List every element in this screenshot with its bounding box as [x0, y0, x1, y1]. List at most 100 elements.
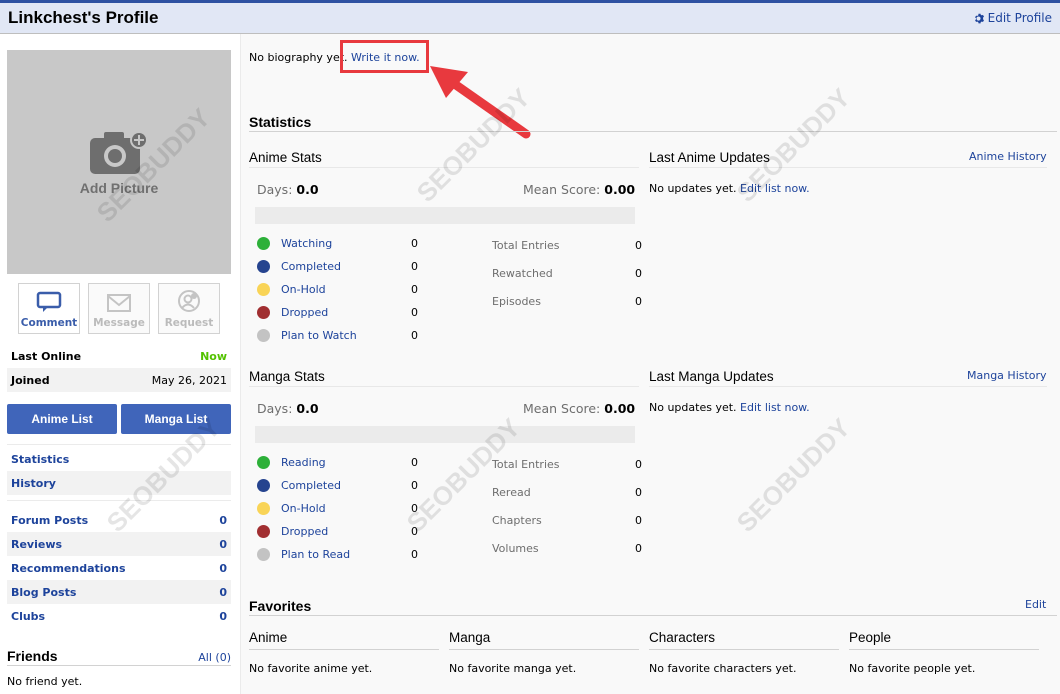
- blog-posts-row[interactable]: Blog Posts 0: [7, 580, 231, 604]
- legend-completed[interactable]: Completed 0: [257, 255, 441, 278]
- legend-on-hold[interactable]: On-Hold 0: [257, 497, 441, 520]
- manga-mean-label: Mean Score:: [523, 401, 601, 416]
- edit-favorites-link[interactable]: Edit: [1025, 598, 1046, 611]
- legend-count: 0: [411, 237, 418, 250]
- comment-button[interactable]: Comment: [18, 283, 80, 334]
- profile-main: No biography yet. Write it now. Statisti…: [241, 34, 1060, 694]
- total-value: 0: [635, 294, 642, 308]
- rewatched-row: Rewatched 0: [492, 259, 642, 287]
- manga-status-legend: Reading 0 Completed 0 On-Hold 0 Dropped 0 Pl…: [257, 451, 441, 566]
- recommendations-count: 0: [219, 561, 227, 575]
- blog-posts-count: 0: [219, 585, 227, 599]
- status-dot: [257, 237, 270, 250]
- total-value: 0: [635, 541, 642, 555]
- legend-label: Reading: [281, 456, 326, 469]
- legend-count: 0: [411, 306, 418, 319]
- edit-profile-label: Edit Profile: [987, 11, 1052, 25]
- legend-reading[interactable]: Reading 0: [257, 451, 441, 474]
- total-label: Volumes: [492, 541, 539, 555]
- divider: [449, 649, 639, 650]
- anime-history-link[interactable]: Anime History: [969, 150, 1047, 163]
- status-dot: [257, 525, 270, 538]
- add-picture-area[interactable]: Add Picture: [7, 50, 231, 274]
- recommendations-row[interactable]: Recommendations 0: [7, 556, 231, 580]
- status-dot: [257, 329, 270, 342]
- message-button[interactable]: Message: [88, 283, 150, 334]
- manga-days-value: 0.0: [296, 401, 319, 416]
- divider: [249, 615, 1057, 616]
- manga-list-button[interactable]: Manga List: [121, 404, 231, 434]
- anime-list-button[interactable]: Anime List: [7, 404, 117, 434]
- clubs-row[interactable]: Clubs 0: [7, 604, 231, 628]
- legend-watching[interactable]: Watching 0: [257, 232, 441, 255]
- clubs-count: 0: [219, 609, 227, 623]
- edit-manga-list-link[interactable]: Edit list now.: [740, 401, 810, 414]
- divider: [249, 649, 439, 650]
- volumes-row: Volumes 0: [492, 534, 642, 562]
- no-updates-text: No updates yet.: [649, 401, 737, 414]
- status-dot: [257, 502, 270, 515]
- divider: [649, 167, 1047, 168]
- friends-title: Friends: [7, 648, 58, 664]
- manga-days: Days: 0.0: [257, 401, 319, 416]
- comment-icon: [36, 291, 62, 312]
- legend-label: Dropped: [281, 525, 329, 538]
- total-value: 0: [635, 457, 642, 471]
- total-label: Total Entries: [492, 457, 560, 471]
- legend-label: Watching: [281, 237, 333, 250]
- last-online-value: Now: [200, 349, 227, 363]
- legend-on-hold[interactable]: On-Hold 0: [257, 278, 441, 301]
- statistics-link[interactable]: Statistics: [7, 447, 231, 471]
- total-value: 0: [635, 266, 642, 280]
- anime-mean-label: Mean Score:: [523, 182, 601, 197]
- forum-posts-row[interactable]: Forum Posts 0: [7, 508, 231, 532]
- manga-history-link[interactable]: Manga History: [967, 369, 1047, 382]
- status-dot: [257, 548, 270, 561]
- total-label: Rewatched: [492, 266, 553, 280]
- status-dot: [257, 283, 270, 296]
- anime-stats-title: Anime Stats: [249, 150, 322, 165]
- forum-posts-count: 0: [219, 513, 227, 527]
- favorite-people-title: People: [849, 630, 892, 645]
- divider: [249, 386, 639, 387]
- history-link[interactable]: History: [7, 471, 231, 495]
- anime-days: Days: 0.0: [257, 182, 319, 197]
- profile-actions: Comment Message Request: [18, 283, 220, 334]
- edit-profile-link[interactable]: Edit Profile: [973, 11, 1052, 25]
- anime-mean-value: 0.00: [604, 182, 636, 197]
- legend-count: 0: [411, 502, 418, 515]
- favorite-anime-column: Anime No favorite anime yet.: [249, 630, 439, 675]
- statistics-title: Statistics: [249, 114, 312, 130]
- arrow-annotation-icon: [430, 66, 531, 139]
- legend-label: Plan to Read: [281, 548, 351, 561]
- reread-row: Reread 0: [492, 478, 642, 506]
- profile-header: Linkchest's Profile Edit Profile: [0, 3, 1060, 34]
- edit-anime-list-link[interactable]: Edit list now.: [740, 182, 810, 195]
- recommendations-label: Recommendations: [11, 561, 126, 575]
- legend-dropped[interactable]: Dropped 0: [257, 301, 441, 324]
- legend-plan-to-read[interactable]: Plan to Read 0: [257, 543, 441, 566]
- favorite-people-column: People No favorite people yet.: [849, 630, 1039, 675]
- highlight-box: [340, 40, 429, 73]
- manga-mean-score: Mean Score: 0.00: [523, 401, 635, 416]
- request-button[interactable]: Request: [158, 283, 220, 334]
- no-updates-text: No updates yet.: [649, 182, 737, 195]
- legend-count: 0: [411, 283, 418, 296]
- total-label: Chapters: [492, 513, 542, 527]
- divider: [649, 649, 839, 650]
- legend-plan-to-watch[interactable]: Plan to Watch 0: [257, 324, 441, 347]
- favorite-anime-title: Anime: [249, 630, 288, 645]
- legend-dropped[interactable]: Dropped 0: [257, 520, 441, 543]
- manga-mean-value: 0.00: [604, 401, 636, 416]
- total-label: Reread: [492, 485, 531, 499]
- no-friends-text: No friend yet.: [7, 675, 83, 688]
- reviews-row[interactable]: Reviews 0: [7, 532, 231, 556]
- total-label: Total Entries: [492, 238, 560, 252]
- favorite-manga-empty: No favorite manga yet.: [449, 662, 577, 675]
- status-dot: [257, 456, 270, 469]
- all-friends-link[interactable]: All (0): [198, 651, 231, 664]
- camera-add-icon: [90, 131, 148, 174]
- favorite-characters-title: Characters: [649, 630, 716, 645]
- blog-posts-label: Blog Posts: [11, 585, 77, 599]
- legend-completed[interactable]: Completed 0: [257, 474, 441, 497]
